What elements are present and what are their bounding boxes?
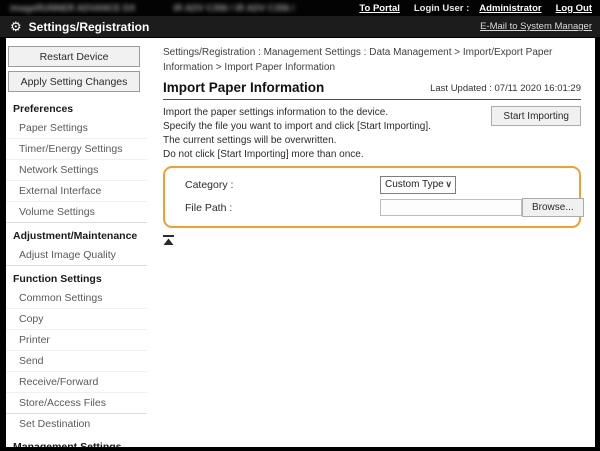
intro-row: Import the paper settings information to…: [163, 106, 581, 162]
sidebar-header-adjustment-maintenance: Adjustment/Maintenance: [6, 222, 147, 245]
sidebar-item-adjust-image-quality[interactable]: Adjust Image Quality: [6, 245, 147, 265]
sidebar-item-store-access-files[interactable]: Store/Access Files: [6, 392, 147, 413]
login-user-link[interactable]: Administrator: [479, 3, 541, 14]
settings-sidebar: Restart Device Apply Setting Changes Pre…: [6, 38, 147, 447]
sidebar-item-network-settings[interactable]: Network Settings: [6, 159, 147, 180]
category-selected-value: Custom Type: [385, 179, 444, 190]
file-path-input[interactable]: [380, 199, 522, 216]
sidebar-item-volume-settings[interactable]: Volume Settings: [6, 201, 147, 222]
sidebar-item-timer-energy-settings[interactable]: Timer/Energy Settings: [6, 138, 147, 159]
instruction-line: The current settings will be overwritten…: [163, 134, 431, 148]
main-content: Settings/Registration : Management Setti…: [147, 38, 595, 447]
content-frame: Restart Device Apply Setting Changes Pre…: [0, 38, 600, 451]
sidebar-header-preferences: Preferences: [6, 96, 147, 118]
sidebar-header-function-settings: Function Settings: [6, 265, 147, 288]
title-row: Import Paper Information Last Updated : …: [163, 80, 581, 100]
gear-icon: ⚙: [10, 20, 22, 33]
instruction-line: Import the paper settings information to…: [163, 106, 431, 120]
sidebar-item-paper-settings[interactable]: Paper Settings: [6, 118, 147, 138]
start-importing-button[interactable]: Start Importing: [491, 106, 581, 126]
sidebar-item-common-settings[interactable]: Common Settings: [6, 288, 147, 308]
device-name-redacted: imageRUNNER ADVANCE DX: [10, 3, 136, 13]
browse-button[interactable]: Browse...: [522, 198, 584, 217]
instruction-line: Do not click [Start Importing] more than…: [163, 148, 431, 162]
sidebar-item-set-destination[interactable]: Set Destination: [6, 413, 147, 434]
login-user-label: Login User :: [414, 3, 469, 14]
breadcrumb: Settings/Registration : Management Setti…: [163, 45, 581, 75]
instruction-line: Specify the file you want to import and …: [163, 120, 431, 134]
restart-device-button[interactable]: Restart Device: [8, 46, 140, 67]
file-path-label: File Path :: [165, 202, 380, 214]
page-title: Import Paper Information: [163, 80, 324, 95]
instructions: Import the paper settings information to…: [163, 106, 431, 162]
back-to-top-icon[interactable]: [163, 235, 174, 245]
sidebar-item-external-interface[interactable]: External Interface: [6, 180, 147, 201]
category-select[interactable]: Custom Type ∨: [380, 176, 456, 194]
sidebar-item-send[interactable]: Send: [6, 350, 147, 371]
category-label: Category :: [165, 179, 380, 191]
email-system-manager-link[interactable]: E-Mail to System Manager: [480, 21, 592, 32]
log-out-link[interactable]: Log Out: [556, 3, 592, 14]
sidebar-item-copy[interactable]: Copy: [6, 308, 147, 329]
sidebar-header-management-settings: Management Settings: [6, 434, 147, 447]
top-bar: imageRUNNER ADVANCE DX iR ADV C356 / iR …: [0, 0, 600, 16]
category-row: Category : Custom Type ∨: [165, 173, 571, 196]
file-path-row: File Path : Browse...: [165, 196, 571, 219]
device-model-redacted: iR ADV C356 / iR ADV C356 /: [174, 3, 295, 13]
import-form-panel: Category : Custom Type ∨ File Path : Bro…: [163, 166, 581, 228]
app-bar: ⚙ Settings/Registration E-Mail to System…: [0, 16, 600, 38]
remote-ui-window: imageRUNNER ADVANCE DX iR ADV C356 / iR …: [0, 0, 600, 451]
app-title: Settings/Registration: [29, 20, 150, 34]
to-portal-link[interactable]: To Portal: [359, 3, 399, 14]
chevron-down-icon: ∨: [445, 179, 452, 190]
sidebar-item-receive-forward[interactable]: Receive/Forward: [6, 371, 147, 392]
sidebar-item-printer[interactable]: Printer: [6, 329, 147, 350]
last-updated: Last Updated : 07/11 2020 16:01:29: [430, 83, 581, 95]
apply-setting-changes-button[interactable]: Apply Setting Changes: [8, 71, 140, 92]
